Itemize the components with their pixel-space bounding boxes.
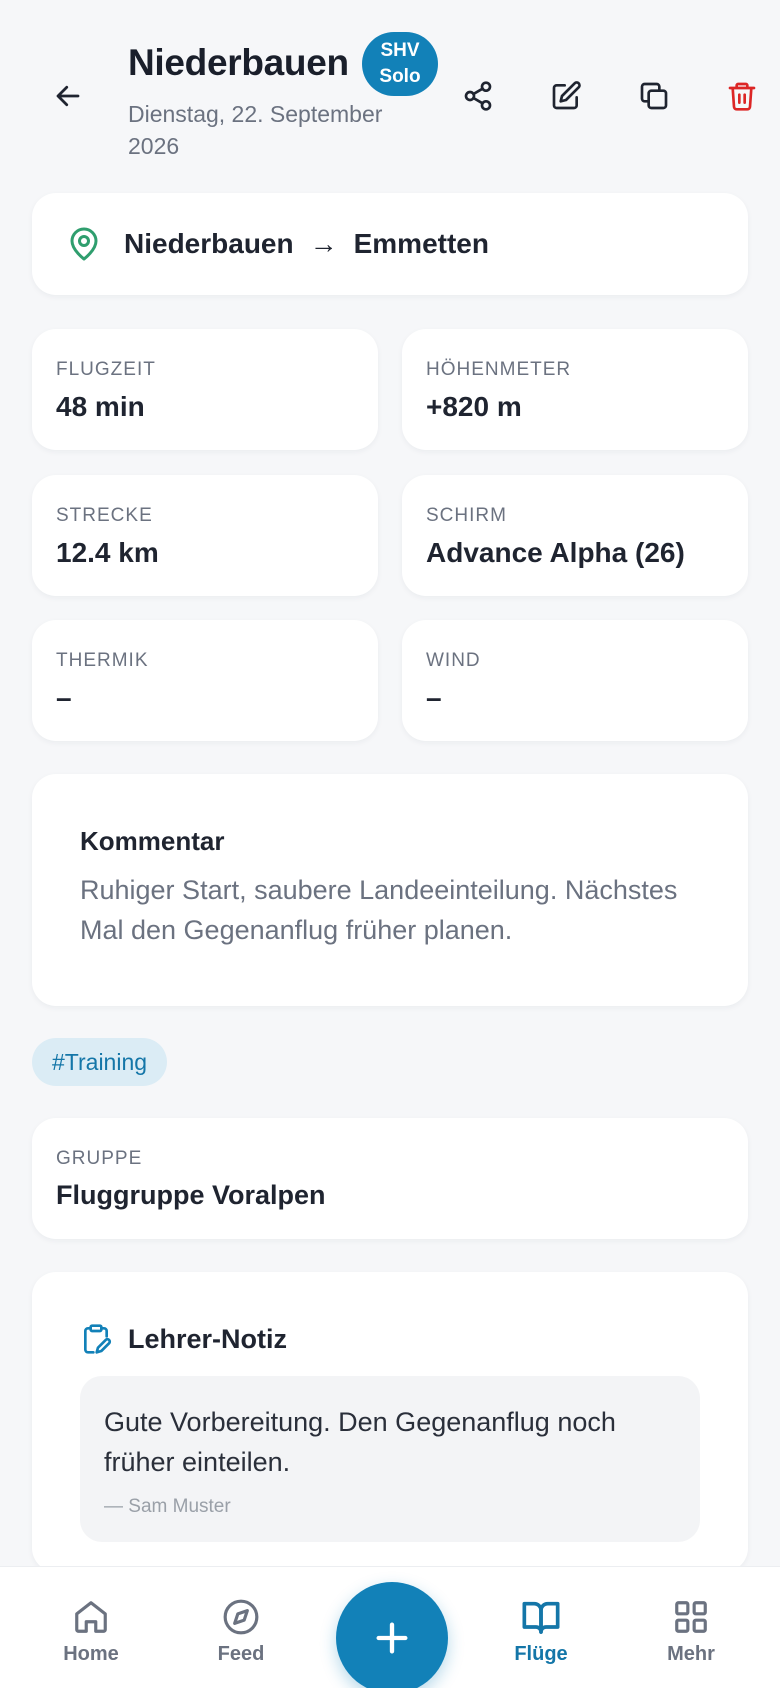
compass-icon <box>223 1599 259 1635</box>
stat-value: – <box>56 682 72 713</box>
teacher-note-card: Lehrer-Notiz Gute Vorbereitung. Den Gege… <box>32 1272 748 1572</box>
edit-icon <box>552 81 581 110</box>
stat-value: +820 m <box>426 391 522 422</box>
tab-mehr[interactable]: Mehr <box>631 1567 751 1688</box>
page-title: Niederbauen <box>128 42 349 83</box>
grid-icon <box>675 1601 707 1633</box>
route-arrow: → <box>309 228 338 259</box>
back-button[interactable] <box>50 78 86 114</box>
teacher-note-heading: Lehrer-Notiz <box>128 1324 288 1354</box>
stat-value: Advance Alpha (26) <box>426 537 685 568</box>
book-icon <box>522 1601 560 1634</box>
stat-card-strecke: STRECKE 12.4 km <box>32 475 378 596</box>
tab-fluege[interactable]: Flüge <box>481 1567 601 1688</box>
stat-card-thermik: THERMIK – <box>32 620 378 741</box>
group-label: GRUPPE <box>56 1148 143 1169</box>
teacher-note-author: — Sam Muster <box>104 1496 231 1517</box>
stat-label: FLUGZEIT <box>56 359 156 380</box>
teacher-note-box: Gute Vorbereitung. Den Gegenanflug noch … <box>80 1376 700 1542</box>
flight-date: Dienstag, 22. September 2026 <box>128 101 383 159</box>
stat-card-flugzeit: FLUGZEIT 48 min <box>32 329 378 450</box>
route-card: Niederbauen → Emmetten <box>32 193 748 295</box>
comment-text: Ruhiger Start, saubere Landeeinteilung. … <box>80 875 678 945</box>
clipboard-pen-icon <box>84 1324 112 1354</box>
page-header: Niederbauen SHV Solo Dienstag, 22. Septe… <box>0 0 780 180</box>
stat-label: SCHIRM <box>426 505 507 526</box>
route-from: Niederbauen <box>124 228 294 259</box>
share-button[interactable] <box>458 76 498 116</box>
comment-heading: Kommentar <box>80 826 225 856</box>
plus-icon <box>376 1622 408 1654</box>
stat-label: WIND <box>426 650 481 671</box>
arrow-left-icon <box>56 85 80 107</box>
copy-icon <box>640 82 668 110</box>
stat-card-hoehenmeter: HÖHENMETER +820 m <box>402 329 748 450</box>
tab-label: Flüge <box>514 1643 568 1665</box>
delete-button[interactable] <box>722 76 762 116</box>
tab-label: Mehr <box>667 1643 715 1665</box>
badge-line-2: Solo <box>379 66 421 87</box>
stat-value: 48 min <box>56 391 145 422</box>
share-icon <box>464 81 492 111</box>
stat-value: 12.4 km <box>56 537 159 568</box>
stat-card-schirm: SCHIRM Advance Alpha (26) <box>402 475 748 596</box>
duplicate-button[interactable] <box>634 76 674 116</box>
stat-label: THERMIK <box>56 650 149 671</box>
stat-label: STRECKE <box>56 505 153 526</box>
group-name: Fluggruppe Voralpen <box>56 1180 326 1210</box>
route-text: Niederbauen → Emmetten <box>124 228 489 260</box>
badge-line-1: SHV <box>380 40 420 61</box>
tab-feed[interactable]: Feed <box>181 1567 301 1688</box>
tab-label: Feed <box>217 1643 265 1665</box>
add-flight-button[interactable] <box>336 1582 448 1688</box>
map-pin-icon <box>70 227 98 261</box>
stat-value: – <box>426 682 442 713</box>
tab-home[interactable]: Home <box>31 1567 151 1688</box>
teacher-note-text: Gute Vorbereitung. Den Gegenanflug noch … <box>104 1407 616 1477</box>
route-to: Emmetten <box>353 228 489 259</box>
trash-icon <box>728 82 756 111</box>
edit-button[interactable] <box>546 76 586 116</box>
group-card[interactable]: GRUPPE Fluggruppe Voralpen <box>32 1118 748 1239</box>
comment-card: Kommentar Ruhiger Start, saubere Landeei… <box>32 774 748 1006</box>
tab-label: Home <box>63 1643 119 1665</box>
tag-chip[interactable]: #Training <box>32 1038 168 1086</box>
stat-label: HÖHENMETER <box>426 359 572 380</box>
stat-card-wind: WIND – <box>402 620 748 741</box>
license-badge: SHV Solo <box>362 32 438 96</box>
home-icon <box>75 1601 107 1633</box>
